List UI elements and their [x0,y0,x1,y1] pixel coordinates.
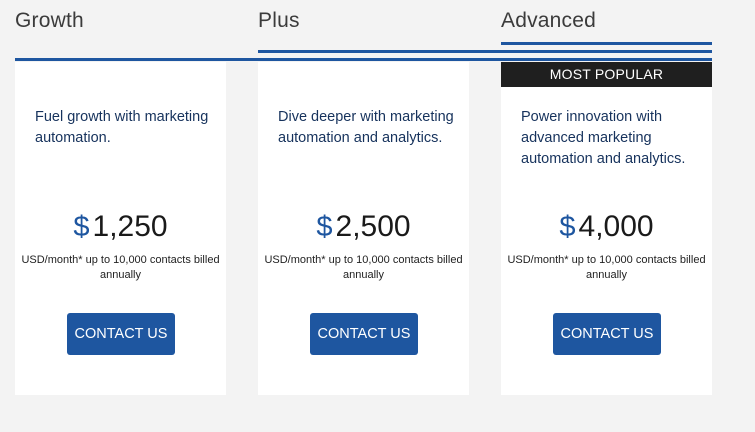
most-popular-badge: MOST POPULAR [501,62,712,87]
price-terms: USD/month* up to 10,000 contacts billed … [264,254,463,281]
plan-divider [501,50,712,53]
contact-us-button[interactable]: CONTACT US [310,313,418,355]
plan-description: Power innovation with advanced marketing… [521,109,686,167]
currency-symbol: $ [316,211,333,243]
price-amount: 1,250 [92,210,168,243]
currency-symbol: $ [73,211,90,243]
contact-us-button[interactable]: CONTACT US [67,313,175,355]
plan-name: Advanced [501,9,597,32]
contact-us-button[interactable]: CONTACT US [553,313,661,355]
currency-symbol: $ [559,211,576,243]
plan-name: Growth [15,9,84,32]
plan-description: Dive deeper with marketing automation an… [278,109,454,146]
plan-price: $1,250 [15,210,226,244]
plan-divider [258,58,501,61]
plan-divider [258,50,501,53]
plan-divider [15,58,258,61]
price-amount: 2,500 [335,210,411,243]
plan-name: Plus [258,9,300,32]
plan-divider [501,42,712,45]
plan-divider [501,58,712,61]
price-terms: USD/month* up to 10,000 contacts billed … [21,254,220,281]
price-terms: USD/month* up to 10,000 contacts billed … [507,254,706,281]
plan-price: $4,000 [501,210,712,244]
plan-price: $2,500 [258,210,469,244]
price-amount: 4,000 [578,210,654,243]
plan-description: Fuel growth with marketing automation. [35,109,209,146]
